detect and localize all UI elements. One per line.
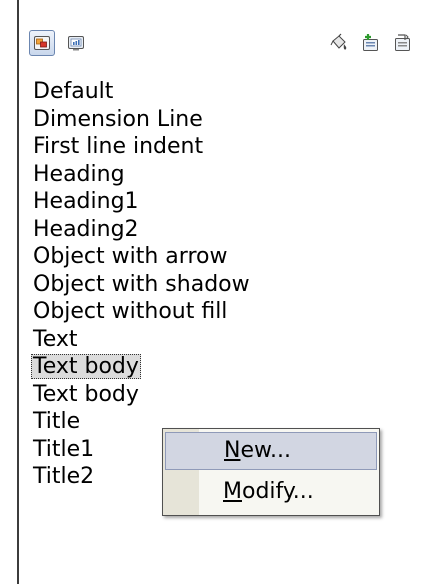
- style-list-item[interactable]: Text body: [31, 353, 411, 381]
- styles-toolbar: [21, 14, 425, 72]
- style-item-label: Dimension Line: [33, 106, 203, 132]
- style-list-item[interactable]: Heading1: [31, 188, 411, 216]
- menu-new-accelerator: N: [224, 438, 241, 463]
- style-list-item[interactable]: Text body: [31, 381, 411, 409]
- style-item-label: Text: [33, 326, 78, 352]
- style-list-item[interactable]: Heading: [31, 161, 411, 189]
- style-list-item[interactable]: Default: [31, 78, 411, 106]
- style-item-label: Text body: [31, 354, 141, 379]
- menu-modify-accelerator: M: [223, 479, 242, 504]
- style-item-label: Default: [33, 79, 114, 104]
- graphic-styles-icon: [34, 36, 50, 50]
- style-item-label: Object with shadow: [33, 271, 250, 297]
- style-item-label: Heading2: [33, 216, 139, 242]
- style-item-label: Title2: [33, 464, 95, 489]
- style-list-item[interactable]: Object with shadow: [31, 271, 411, 299]
- menu-new-label: ew...: [240, 438, 291, 463]
- style-list-item[interactable]: Object with arrow: [31, 243, 411, 271]
- style-list-item[interactable]: Text: [31, 326, 411, 354]
- graphic-styles-button[interactable]: [29, 30, 55, 56]
- presentation-styles-icon: [68, 36, 84, 51]
- menu-item-modify[interactable]: Modify...: [165, 473, 377, 511]
- update-style-icon: [395, 34, 410, 51]
- menu-modify-label: odify...: [241, 479, 314, 504]
- style-item-label: Heading1: [33, 189, 139, 214]
- update-style-button[interactable]: [390, 30, 416, 56]
- presentation-styles-button[interactable]: [63, 30, 89, 56]
- style-list-item[interactable]: First line indent: [31, 133, 411, 161]
- fill-format-mode-icon: [330, 33, 347, 50]
- style-item-label: Text body: [33, 381, 139, 407]
- style-item-label: Heading: [33, 161, 125, 187]
- style-list-item[interactable]: Object without fill: [31, 298, 411, 326]
- style-item-label: First line indent: [33, 134, 204, 159]
- style-item-label: Object without fill: [33, 299, 228, 324]
- style-item-label: Title1: [33, 436, 95, 462]
- menu-item-new[interactable]: New...: [165, 432, 377, 470]
- style-list-item[interactable]: Heading2: [31, 216, 411, 244]
- style-item-label: Object with arrow: [33, 244, 228, 269]
- context-menu: New... Modify...: [162, 428, 380, 516]
- new-style-from-selection-button[interactable]: [358, 30, 384, 56]
- fill-format-mode-button[interactable]: [326, 30, 352, 56]
- style-list-item[interactable]: Dimension Line: [31, 106, 411, 134]
- style-item-label: Title: [33, 409, 81, 434]
- new-style-from-selection-icon: [363, 34, 378, 51]
